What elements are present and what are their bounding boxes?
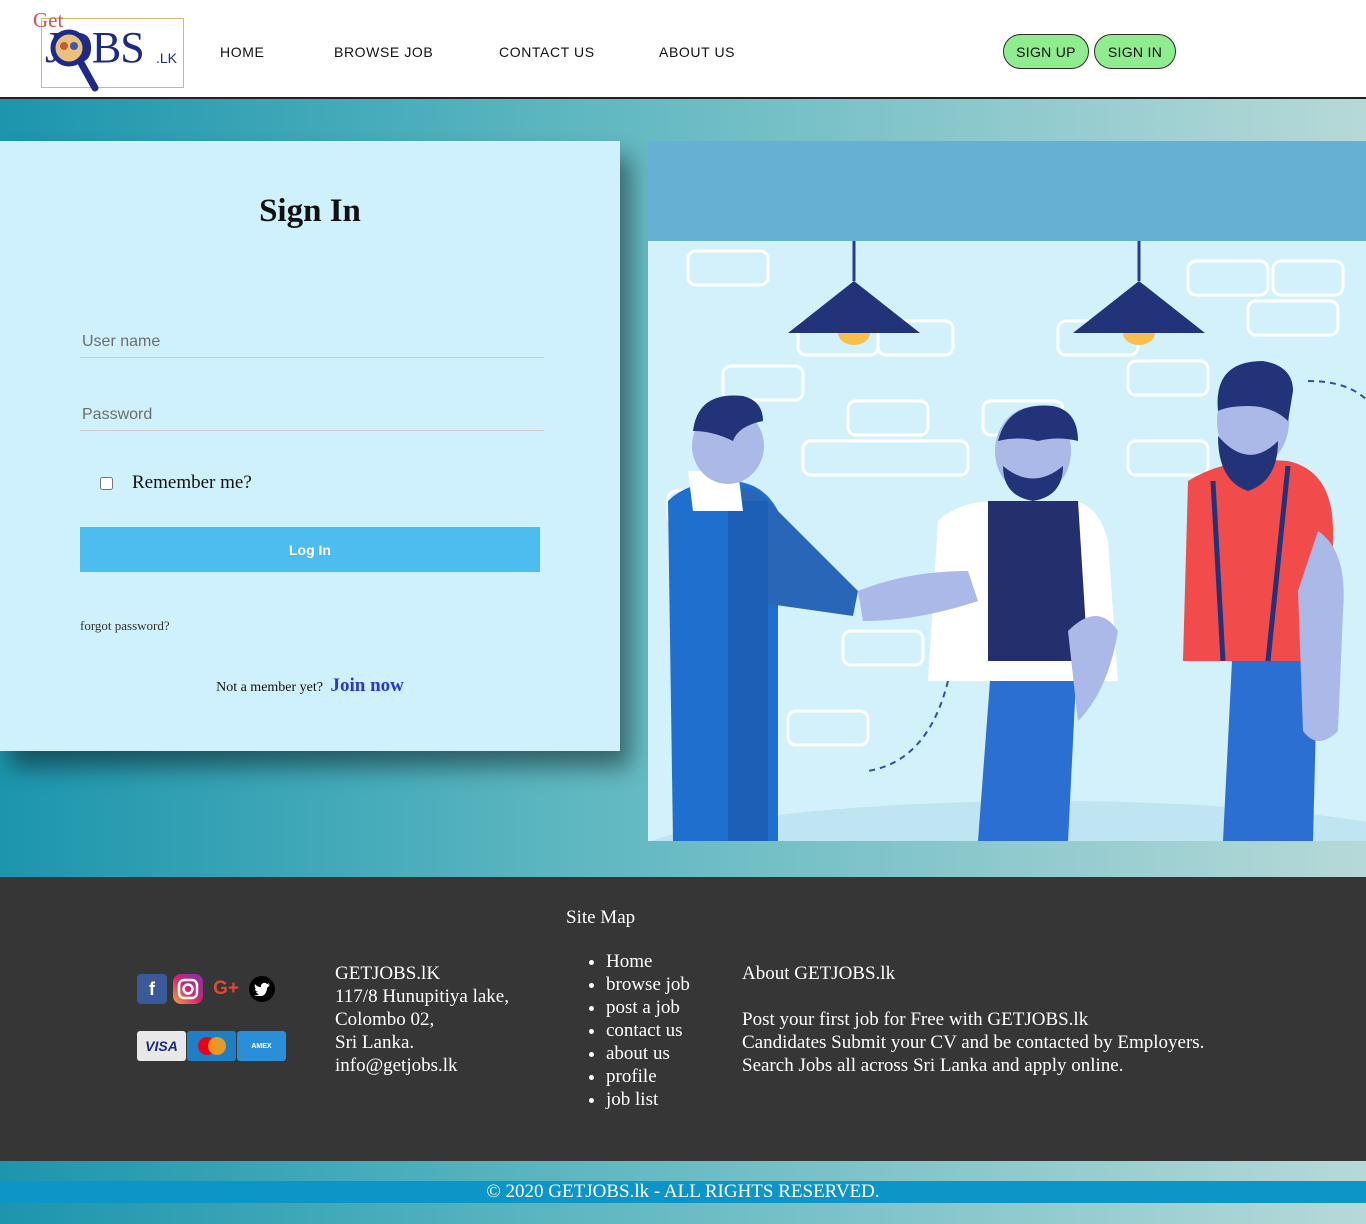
- visa-icon: VISA: [137, 1031, 186, 1061]
- payment-methods: VISA AMEX: [137, 1031, 286, 1061]
- sign-in-title: Sign In: [259, 193, 361, 229]
- list-item: profile: [606, 1065, 690, 1088]
- sitemap-link-job-list[interactable]: job list: [606, 1089, 658, 1110]
- password-field: [80, 391, 544, 431]
- address-line-2: Colombo 02,: [335, 1009, 435, 1030]
- remember-me-label: Remember me?: [132, 472, 252, 493]
- password-input[interactable]: [80, 391, 544, 430]
- sitemap-link-browse-job[interactable]: browse job: [606, 974, 690, 995]
- getjobs-logo[interactable]: Get JOBS .LK: [33, 8, 185, 94]
- nav-home[interactable]: HOME: [220, 44, 264, 60]
- site-header: Get JOBS .LK HOME BROWSE JOB CONTACT US …: [0, 0, 1366, 99]
- about-line-3: Search Jobs all across Sri Lanka and app…: [742, 1055, 1124, 1076]
- about-line-2: Candidates Submit your CV and be contact…: [742, 1032, 1205, 1053]
- sitemap-link-home[interactable]: Home: [606, 951, 652, 972]
- remember-me[interactable]: Remember me?: [100, 472, 252, 494]
- site-footer: f G+ VISA AMEX GETJOBS.lK 117/8 Hunupiti…: [0, 877, 1366, 1161]
- list-item: job list: [606, 1088, 690, 1111]
- list-item: contact us: [606, 1019, 690, 1042]
- sign-up-button[interactable]: SIGN UP: [1003, 34, 1089, 69]
- username-input[interactable]: [80, 318, 544, 357]
- list-item: browse job: [606, 973, 690, 996]
- magnifier-icon: [50, 29, 99, 92]
- nav-browse-job[interactable]: BROWSE JOB: [334, 44, 433, 60]
- sitemap-link-profile[interactable]: profile: [606, 1066, 657, 1087]
- join-prompt: Not a member yet? Join now: [0, 675, 620, 697]
- forgot-password-link[interactable]: forgot password?: [80, 618, 170, 634]
- address-line-1: 117/8 Hunupitiya lake,: [335, 986, 509, 1007]
- not-member-text: Not a member yet?: [216, 680, 323, 695]
- mastercard-icon: [187, 1031, 236, 1061]
- address-line-3: Sri Lanka.: [335, 1032, 415, 1053]
- remember-me-checkbox[interactable]: [100, 476, 113, 490]
- contact-email: info@getjobs.lk: [335, 1055, 458, 1076]
- list-item: Home: [606, 950, 690, 973]
- sitemap-list: Home browse job post a job contact us ab…: [606, 950, 690, 1111]
- company-name: GETJOBS.lK: [335, 963, 441, 984]
- sitemap-link-contact-us[interactable]: contact us: [606, 1020, 683, 1041]
- list-item: about us: [606, 1042, 690, 1065]
- logo-lk-text: .LK: [156, 50, 178, 66]
- handshake-illustration: [648, 141, 1366, 841]
- american-express-icon: AMEX: [237, 1031, 286, 1061]
- log-in-button[interactable]: Log In: [80, 527, 540, 572]
- sign-in-card: Sign In Remember me? Log In forgot passw…: [0, 141, 620, 751]
- sitemap-link-about-us[interactable]: about us: [606, 1043, 670, 1064]
- facebook-icon[interactable]: f: [137, 974, 167, 1004]
- twitter-icon[interactable]: [249, 976, 275, 1002]
- nav-about-us[interactable]: ABOUT US: [659, 44, 735, 60]
- sitemap-title: Site Map: [566, 907, 636, 928]
- sitemap-link-post-a-job[interactable]: post a job: [606, 997, 680, 1018]
- about-title: About GETJOBS.lk: [742, 963, 896, 984]
- about-line-1: Post your first job for Free with GETJOB…: [742, 1009, 1089, 1030]
- username-field: [80, 318, 544, 358]
- copyright-bar: © 2020 GETJOBS.lk - ALL RIGHTS RESERVED.: [0, 1181, 1366, 1203]
- contact-address: GETJOBS.lK 117/8 Hunupitiya lake, Colomb…: [335, 962, 509, 1077]
- social-links: f G+: [137, 974, 275, 1004]
- list-item: post a job: [606, 996, 690, 1019]
- google-plus-icon[interactable]: G+: [209, 974, 243, 1004]
- nav-contact-us[interactable]: CONTACT US: [499, 44, 595, 60]
- about-section: About GETJOBS.lk Post your first job for…: [742, 962, 1204, 1077]
- instagram-icon[interactable]: [173, 974, 203, 1004]
- join-now-link[interactable]: Join now: [331, 675, 404, 696]
- sign-in-button[interactable]: SIGN IN: [1094, 34, 1176, 69]
